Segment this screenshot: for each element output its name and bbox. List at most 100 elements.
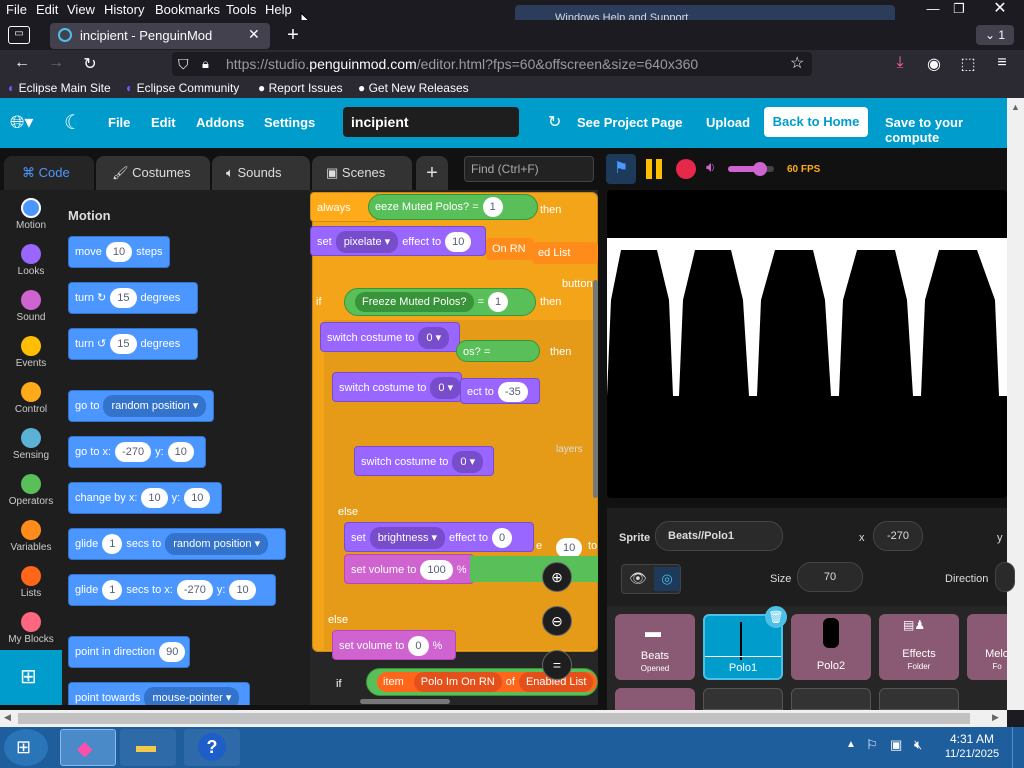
sprite-tile-effects[interactable]: ▤♟ Effects Folder xyxy=(879,614,959,680)
bookmark-report-issues[interactable]: ● Report Issues xyxy=(258,81,343,95)
bookmark-star-icon[interactable]: ☆ xyxy=(790,52,804,76)
scroll-thumb[interactable] xyxy=(18,713,970,724)
set-volume-block-2[interactable]: set volume to 0% xyxy=(332,630,456,660)
reload-icon[interactable]: ↻ xyxy=(80,54,100,74)
tab-costumes[interactable]: 🖌︎ Costumes xyxy=(96,156,210,190)
page-scrollbar-horizontal[interactable]: ◀ ▶ xyxy=(0,710,1007,727)
script-scrollbar-horizontal[interactable] xyxy=(360,699,450,704)
menu-bookmarks[interactable]: Bookmarks xyxy=(155,2,220,17)
volume-slider[interactable] xyxy=(728,162,774,176)
hamburger-menu-icon[interactable]: ≡ xyxy=(992,54,1012,72)
category-control[interactable]: Control xyxy=(0,382,62,415)
sprite-tile-polo1[interactable]: Polo1 🗑︎ xyxy=(703,606,787,680)
set-effect-block[interactable]: set pixelate ▾ effect to 10 xyxy=(310,226,486,256)
maximize-button[interactable]: ❐ xyxy=(946,0,972,18)
effect-value-input[interactable]: -35 xyxy=(497,382,528,403)
sprite-tile-polo2[interactable]: Polo2 xyxy=(791,614,871,680)
size-input[interactable]: 70 xyxy=(797,562,863,592)
freeze-condition-top[interactable]: eeze Muted Polos? = 1 xyxy=(368,194,538,220)
menu-tools[interactable]: Tools xyxy=(226,2,256,17)
stop-icon[interactable] xyxy=(676,159,696,179)
back-to-home-button[interactable]: Back to Home xyxy=(764,107,868,137)
editor-menu-settings[interactable]: Settings xyxy=(264,115,315,130)
volume-input[interactable]: 100 xyxy=(420,560,453,581)
show-desktop-button[interactable] xyxy=(1012,727,1024,768)
close-window-button[interactable]: ✕ xyxy=(984,0,1016,18)
see-project-page-button[interactable]: See Project Page xyxy=(577,115,683,130)
volume-input[interactable]: 0 xyxy=(408,636,429,657)
value-input[interactable]: 1 xyxy=(482,197,503,218)
minimize-button[interactable]: — xyxy=(920,0,946,18)
category-sensing[interactable]: Sensing xyxy=(0,428,62,461)
volume-muted-icon[interactable]: 🔇︎ xyxy=(914,737,922,753)
switch-costume-block-1[interactable]: switch costume to 0 ▾ xyxy=(320,322,460,352)
menu-history[interactable]: History xyxy=(104,2,144,17)
set-volume-block-1[interactable]: set volume to 100% xyxy=(344,554,474,584)
effect-value-input[interactable]: 10 xyxy=(445,232,472,253)
category-lists[interactable]: Lists xyxy=(0,566,62,599)
enabled-list-reporter[interactable]: ed List xyxy=(532,242,598,264)
turn-right-block[interactable]: turn ↻ 15 degrees xyxy=(68,282,198,314)
download-icon[interactable]: ⤓ xyxy=(890,54,910,72)
direction-input[interactable] xyxy=(995,562,1015,592)
freeze-condition[interactable]: Freeze Muted Polos? = 1 xyxy=(344,288,536,316)
category-sound[interactable]: Sound xyxy=(0,290,62,323)
close-tab-icon[interactable]: ✕ xyxy=(248,26,260,43)
sprite-tile-melo[interactable]: Melo Fo xyxy=(967,614,1007,680)
degrees-input[interactable]: 15 xyxy=(110,288,137,309)
forward-arrow-icon[interactable]: → xyxy=(46,54,66,72)
sprite-tile[interactable] xyxy=(879,688,959,710)
add-scene-button[interactable]: + xyxy=(416,156,448,190)
bookmark-get-releases[interactable]: ● Get New Releases xyxy=(358,81,469,95)
go-to-block[interactable]: go to random position ▾ xyxy=(68,390,214,422)
category-motion[interactable]: Motion xyxy=(0,198,62,231)
firefox-view-icon[interactable]: ▭ xyxy=(8,26,30,44)
taskbar-explorer[interactable]: ▬ xyxy=(120,729,176,766)
condition-reporter[interactable]: os? = xyxy=(456,340,540,362)
language-globe-icon[interactable]: 🌐︎▾ xyxy=(10,112,33,133)
show-hidden-icons[interactable]: ▲ xyxy=(846,739,856,750)
y-input[interactable]: 10 xyxy=(167,442,194,463)
script-area[interactable]: always eeze Muted Polos? = 1 then set pixe… xyxy=(310,190,598,705)
category-events[interactable]: Events xyxy=(0,336,62,369)
category-my-blocks[interactable]: My Blocks xyxy=(0,612,62,645)
scroll-right-icon[interactable]: ▶ xyxy=(992,712,999,723)
effect-value-input[interactable]: 0 xyxy=(491,528,513,549)
clock[interactable]: 4:31 AM 11/21/2025 xyxy=(944,732,1000,760)
network-icon[interactable]: ▣ xyxy=(890,737,902,753)
glide-to-block[interactable]: glide 1 secs to random position ▾ xyxy=(68,528,286,560)
value-input[interactable]: 10 xyxy=(556,538,583,558)
pause-icon[interactable] xyxy=(644,158,664,180)
glide-xy-block[interactable]: glide 1 secs to x: -270 y: 10 xyxy=(68,574,276,606)
tab-code[interactable]: ⌘ Code xyxy=(4,156,94,190)
show-eye-icon[interactable]: 👁︎ xyxy=(629,570,647,587)
secs-input[interactable]: 1 xyxy=(102,534,123,555)
action-center-icon[interactable]: ⚐ xyxy=(866,737,878,753)
tab-scenes[interactable]: ▣ Scenes xyxy=(312,156,412,190)
move-steps-block[interactable]: move 10 steps xyxy=(68,236,170,268)
x-input[interactable]: -270 xyxy=(115,442,152,463)
tab-sounds[interactable]: 🔈︎ Sounds xyxy=(212,156,310,190)
on-rn-reporter[interactable]: On RN xyxy=(486,238,534,260)
point-towards-dropdown[interactable]: mouse-pointer ▾ xyxy=(144,687,240,705)
project-title-input[interactable]: incipient xyxy=(343,107,519,137)
point-towards-block[interactable]: point towards mouse-pointer ▾ xyxy=(68,682,250,705)
sprite-tile[interactable] xyxy=(615,688,695,710)
upload-button[interactable]: Upload xyxy=(706,115,750,130)
steps-input[interactable]: 10 xyxy=(105,242,133,263)
y-input[interactable]: 10 xyxy=(229,580,256,601)
bookmark-eclipse-community[interactable]: ◐ Eclipse Community xyxy=(126,81,239,95)
taskbar-penguinmod[interactable]: ◆ xyxy=(60,729,116,766)
menu-view[interactable]: View xyxy=(67,2,95,17)
lock-icon[interactable]: 🔒︎ xyxy=(202,52,209,76)
stage-canvas[interactable] xyxy=(607,190,1007,498)
scroll-left-icon[interactable]: ◀ xyxy=(4,712,11,723)
category-operators[interactable]: Operators xyxy=(0,474,62,507)
variable-reporter[interactable]: Freeze Muted Polos? xyxy=(355,292,474,313)
editor-menu-addons[interactable]: Addons xyxy=(196,115,244,130)
menu-help[interactable]: Help xyxy=(265,2,292,17)
add-extension-button[interactable]: ⊞ xyxy=(0,650,62,705)
x-input[interactable]: 10 xyxy=(141,488,168,509)
theme-moon-icon[interactable]: ☾ xyxy=(64,110,82,135)
sprite-tile[interactable] xyxy=(703,688,783,710)
